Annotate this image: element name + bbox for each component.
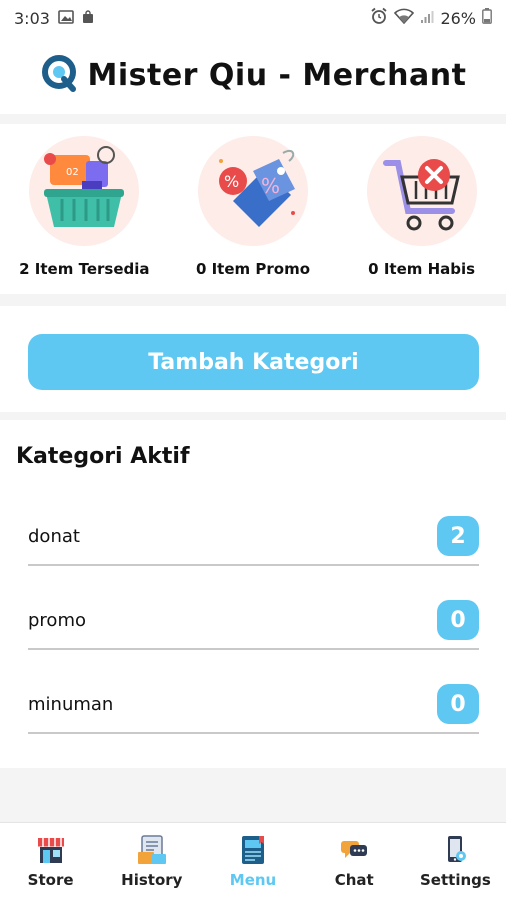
- category-name: donat: [28, 525, 80, 547]
- nav-item-menu[interactable]: Menu: [202, 823, 303, 900]
- shopping-basket-icon: 02: [29, 136, 140, 246]
- nav-label: Store: [27, 871, 74, 889]
- brand-logo-icon: [40, 53, 80, 97]
- app-header: Mister Qiu - Merchant: [0, 36, 506, 114]
- alarm-icon: [370, 7, 388, 29]
- empty-cart-icon: [366, 136, 477, 246]
- stat-label: 0 Item Habis: [368, 260, 476, 278]
- category-list: Kategori Aktif donat 2 promo 0 minuman 0: [0, 420, 506, 768]
- status-time: 3:03: [14, 8, 50, 28]
- nav-item-store[interactable]: Store: [0, 823, 101, 900]
- action-card: Tambah Kategori: [0, 306, 506, 412]
- wifi-icon: [394, 8, 415, 28]
- status-bar: 3:03 26%: [0, 0, 506, 36]
- history-icon: [135, 833, 169, 867]
- nav-label: Chat: [334, 871, 374, 889]
- add-category-button[interactable]: Tambah Kategori: [28, 334, 479, 390]
- signal-icon: [420, 9, 434, 28]
- stat-label: 2 Item Tersedia: [19, 260, 150, 278]
- chat-icon: [337, 833, 371, 867]
- nav-label: Menu: [229, 871, 277, 889]
- section-title: Kategori Aktif: [16, 444, 190, 469]
- stat-label: 0 Item Promo: [195, 260, 311, 278]
- stat-available[interactable]: 02 2 Item Tersedia: [0, 136, 168, 278]
- stat-promo[interactable]: % % 0 Item Promo: [169, 136, 337, 278]
- bottom-nav: Store History Menu Chat Settings: [0, 822, 506, 900]
- nav-item-settings[interactable]: Settings: [405, 823, 506, 900]
- store-icon: [34, 833, 68, 867]
- nav-label: Settings: [420, 871, 491, 889]
- category-count-badge: 0: [437, 684, 479, 724]
- stat-empty[interactable]: 0 Item Habis: [338, 136, 506, 278]
- settings-phone-icon: [438, 833, 472, 867]
- nav-item-history[interactable]: History: [101, 823, 202, 900]
- category-count-badge: 0: [437, 600, 479, 640]
- category-name: minuman: [28, 693, 114, 715]
- stats-card: 02 2 Item Tersedia % % 0 Item Promo 0 It…: [0, 124, 506, 294]
- svg-text:%: %: [261, 174, 280, 198]
- shopping-bag-icon: [82, 9, 94, 28]
- svg-text:%: %: [224, 172, 239, 191]
- nav-label: History: [121, 871, 183, 889]
- category-row[interactable]: donat 2: [28, 508, 479, 566]
- category-count-badge: 2: [437, 516, 479, 556]
- menu-book-icon: [236, 833, 270, 867]
- category-name: promo: [28, 609, 86, 631]
- battery-icon: [482, 8, 492, 28]
- category-row[interactable]: promo 0: [28, 592, 479, 650]
- battery-percent: 26%: [440, 8, 476, 28]
- svg-text:02: 02: [66, 167, 79, 178]
- discount-tag-icon: % %: [197, 136, 308, 246]
- app-title: Mister Qiu - Merchant: [87, 57, 467, 93]
- gallery-icon: [58, 9, 74, 28]
- category-row[interactable]: minuman 0: [28, 676, 479, 734]
- nav-item-chat[interactable]: Chat: [304, 823, 405, 900]
